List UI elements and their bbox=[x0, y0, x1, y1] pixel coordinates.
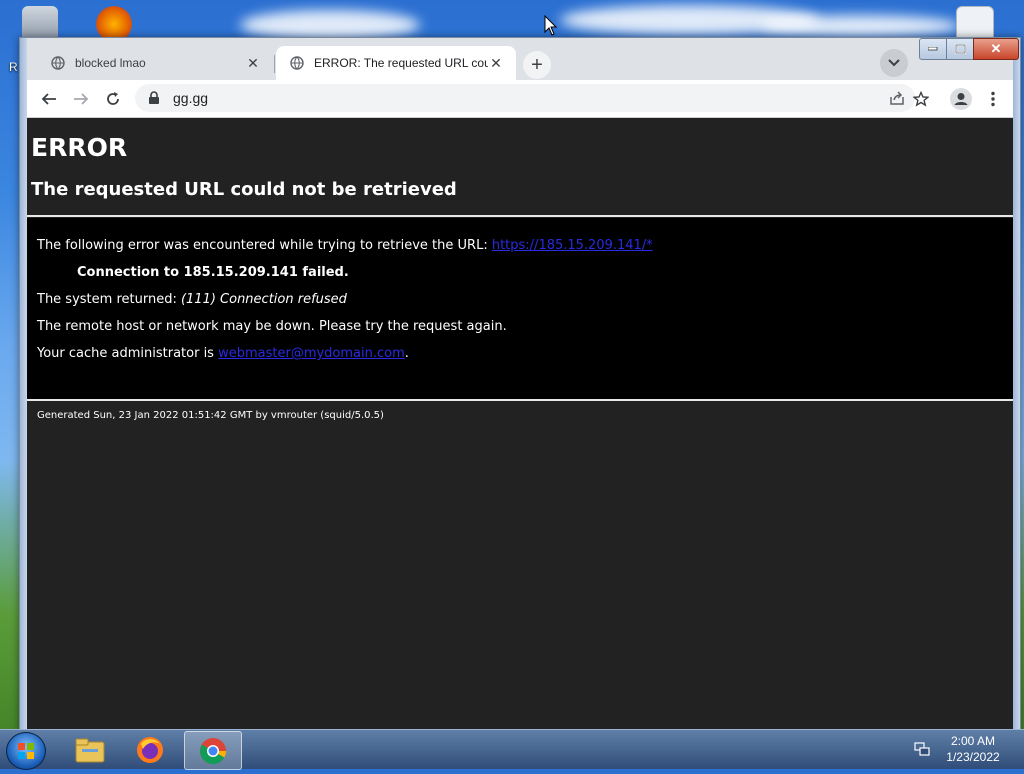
arrow-left-icon bbox=[41, 93, 56, 105]
kebab-menu-icon bbox=[991, 91, 995, 107]
system-returned-value: (111) Connection refused bbox=[180, 292, 347, 307]
start-button[interactable] bbox=[6, 732, 46, 770]
system-returned-label: The system returned: bbox=[37, 292, 181, 307]
taskbar-firefox[interactable] bbox=[122, 731, 178, 768]
page-subtitle: The requested URL could not be retrieved bbox=[31, 179, 457, 200]
tab-search-button[interactable] bbox=[880, 49, 908, 77]
clock-time: 2:00 AM bbox=[950, 734, 996, 748]
reload-button[interactable] bbox=[99, 85, 127, 113]
arrow-right-icon bbox=[74, 93, 89, 105]
chrome-icon bbox=[199, 737, 227, 764]
close-tab-icon[interactable]: ✕ bbox=[488, 55, 504, 71]
mouse-cursor-icon bbox=[544, 15, 558, 36]
footer-text: Generated Sun, 23 Jan 2022 01:51:42 GMT … bbox=[37, 410, 384, 421]
globe-icon bbox=[290, 56, 304, 70]
back-button[interactable] bbox=[35, 85, 63, 113]
tab-strip: blocked lmao ✕ ERROR: The requested URL … bbox=[27, 38, 1013, 80]
browser-window: blocked lmao ✕ ERROR: The requested URL … bbox=[19, 37, 1021, 739]
tab-blocked[interactable]: blocked lmao ✕ bbox=[37, 46, 273, 80]
clock-date: 1/23/2022 bbox=[946, 750, 1000, 764]
system-clock[interactable]: 2:00 AM 1/23/2022 bbox=[934, 733, 1012, 765]
globe-icon bbox=[51, 56, 65, 70]
cloud bbox=[760, 15, 960, 37]
forward-button[interactable] bbox=[67, 85, 95, 113]
taskbar-chrome[interactable] bbox=[184, 731, 242, 770]
network-icon[interactable] bbox=[914, 741, 930, 757]
address-bar[interactable]: gg.gg bbox=[135, 84, 915, 112]
tab-error[interactable]: ERROR: The requested URL could not be re… bbox=[276, 46, 516, 80]
close-tab-icon[interactable]: ✕ bbox=[245, 55, 261, 71]
cache-admin-line: Your cache administrator is webmaster@my… bbox=[37, 346, 409, 361]
taskbar: 2:00 AM 1/23/2022 bbox=[0, 729, 1024, 770]
minimize-button[interactable] bbox=[919, 38, 947, 60]
tab-title: blocked lmao bbox=[75, 56, 146, 70]
profile-button[interactable] bbox=[947, 85, 975, 113]
divider bbox=[27, 399, 1013, 401]
cache-admin-email-link[interactable]: webmaster@mydomain.com bbox=[218, 346, 405, 361]
failed-url-link[interactable]: https://185.15.209.141/* bbox=[492, 238, 653, 253]
close-window-button[interactable]: ✕ bbox=[973, 38, 1019, 60]
share-icon[interactable] bbox=[889, 90, 905, 106]
folder-icon bbox=[75, 738, 105, 762]
firefox-icon bbox=[137, 736, 163, 763]
bookmark-button[interactable] bbox=[907, 85, 935, 113]
restore-icon bbox=[954, 44, 966, 54]
cache-admin-suffix: . bbox=[404, 346, 409, 361]
url-text: gg.gg bbox=[173, 90, 209, 106]
plus-icon: + bbox=[531, 53, 543, 76]
page-content: ERROR The requested URL could not be ret… bbox=[27, 118, 1013, 738]
divider bbox=[27, 215, 1013, 217]
cache-admin-label: Your cache administrator is bbox=[37, 346, 219, 361]
new-tab-button[interactable]: + bbox=[523, 51, 551, 79]
page-title: ERROR bbox=[31, 133, 128, 162]
error-box: The following error was encountered whil… bbox=[27, 218, 1013, 399]
lock-icon bbox=[149, 91, 159, 104]
close-icon: ✕ bbox=[990, 41, 1002, 56]
cloud bbox=[240, 10, 420, 40]
window-frame bbox=[20, 38, 27, 738]
chevron-down-icon bbox=[888, 59, 900, 67]
window-frame bbox=[1013, 38, 1020, 738]
reload-icon bbox=[107, 92, 119, 105]
connection-failed-text: Connection to 185.15.209.141 failed. bbox=[77, 265, 349, 280]
tab-title: ERROR: The requested URL could not be re… bbox=[314, 56, 488, 70]
windows-logo-icon bbox=[18, 743, 34, 759]
tab-separator bbox=[274, 55, 275, 73]
taskbar-explorer[interactable] bbox=[62, 731, 118, 768]
avatar-icon bbox=[950, 88, 972, 110]
desktop-icon-label: R bbox=[9, 60, 18, 74]
error-intro-line: The following error was encountered whil… bbox=[37, 238, 653, 253]
browser-toolbar: gg.gg bbox=[27, 80, 1013, 118]
menu-button[interactable] bbox=[979, 85, 1007, 113]
error-intro-text: The following error was encountered whil… bbox=[37, 238, 492, 253]
maximize-button[interactable] bbox=[946, 38, 974, 60]
remote-host-text: The remote host or network may be down. … bbox=[37, 319, 507, 334]
minimize-icon bbox=[928, 47, 938, 51]
star-icon bbox=[913, 91, 929, 107]
system-returned-line: The system returned: (111) Connection re… bbox=[37, 292, 347, 307]
